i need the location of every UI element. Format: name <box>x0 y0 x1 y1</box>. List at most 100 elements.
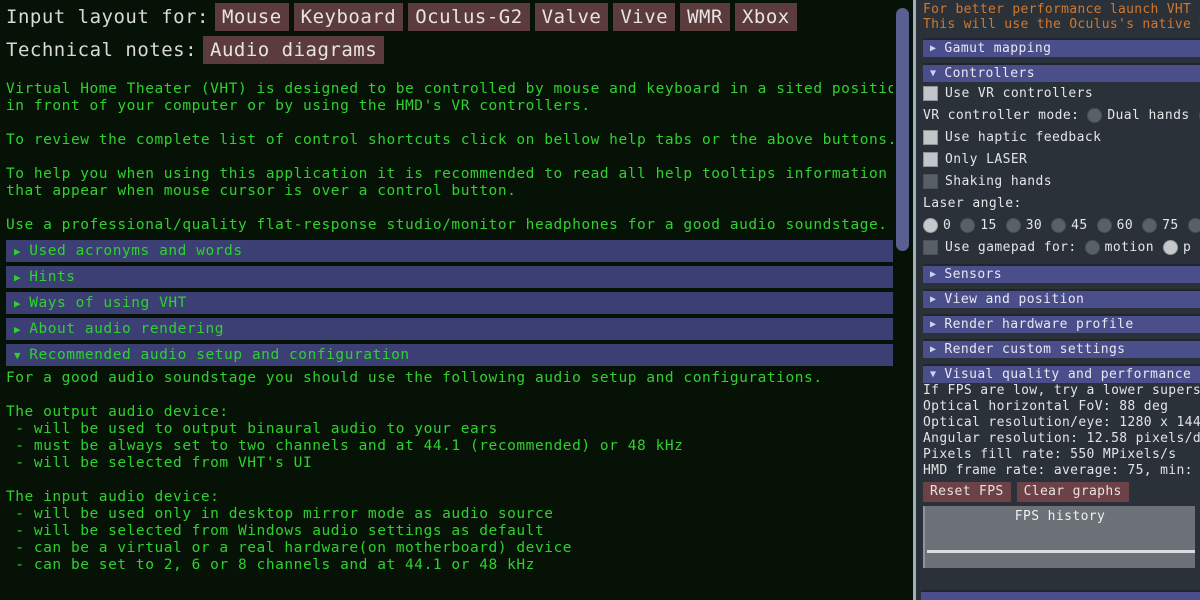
chevron-right-icon: ▶ <box>930 268 937 280</box>
use-vr-controllers-row[interactable]: Use VR controllers <box>918 82 1200 104</box>
optical-fov-value: Optical horizontal FoV: 88 deg <box>923 399 1169 414</box>
checkbox-shaking-hands[interactable] <box>923 173 938 189</box>
pixels-fill-rate-value: Pixels fill rate: 550 MPixels/s <box>923 447 1177 462</box>
tab-oculus-g2[interactable]: Oculus-G2 <box>408 2 530 31</box>
radio-gamepad-pointer-label: p <box>1183 239 1192 255</box>
section-about-audio-rendering[interactable]: ▶ About audio rendering <box>6 318 907 340</box>
section-label: Controllers <box>944 66 1035 81</box>
input-layout-label: Input layout for: <box>6 5 209 28</box>
optical-resolution-value: Optical resolution/eye: 1280 x 1440 <box>923 415 1200 430</box>
laser-angle-label: Laser angle: <box>923 195 1022 211</box>
section-render-custom-settings[interactable]: ▶ Render custom settings <box>923 339 1200 358</box>
radio-laser-angle-75[interactable] <box>1142 217 1158 233</box>
supersampling-hint: If FPS are low, try a lower supersam <box>923 383 1200 398</box>
section-visual-quality-and-performance[interactable]: ▼ Visual quality and performance me <box>923 364 1200 383</box>
section-render-hardware-profile[interactable]: ▶ Render hardware profile <box>923 314 1200 333</box>
radio-laser-angle-45[interactable] <box>1051 217 1067 233</box>
section-label: About audio rendering <box>29 321 225 337</box>
section-view-and-position[interactable]: ▶ View and position <box>923 289 1200 308</box>
fps-button-row: Reset FPS Clear graphs <box>918 482 1200 502</box>
use-gamepad-label: Use gamepad for: <box>945 239 1077 255</box>
checkbox-use-haptic-feedback[interactable] <box>923 129 938 145</box>
checkbox-use-vr-controllers[interactable] <box>923 85 938 101</box>
use-gamepad-row: Use gamepad for: motion p <box>918 236 1200 258</box>
checkbox-only-laser[interactable] <box>923 151 938 167</box>
tab-wmr[interactable]: WMR <box>680 2 730 31</box>
tab-mouse[interactable]: Mouse <box>214 2 289 31</box>
vht-help-window: Input layout for: Mouse Keyboard Oculus-… <box>0 0 1200 600</box>
section-label: Used acronyms and words <box>29 243 243 259</box>
tab-valve[interactable]: Valve <box>534 2 609 31</box>
radio-laser-angle-60-label: 60 <box>1116 217 1134 233</box>
shaking-hands-row[interactable]: Shaking hands <box>918 170 1200 192</box>
section-label: Gamut mapping <box>944 41 1052 56</box>
radio-laser-angle-90[interactable] <box>1187 217 1200 233</box>
radio-laser-angle-30[interactable] <box>1005 217 1021 233</box>
section-hints[interactable]: ▶ Hints <box>6 266 907 288</box>
haptic-feedback-label: Use haptic feedback <box>945 129 1102 145</box>
performance-warning-text: For better performance launch VHT in Thi… <box>923 2 1200 32</box>
chevron-right-icon: ▶ <box>14 296 22 310</box>
tab-vive[interactable]: Vive <box>613 2 676 31</box>
section-label: Ways of using VHT <box>29 295 187 311</box>
settings-panel: For better performance launch VHT in Thi… <box>913 0 1200 600</box>
radio-laser-angle-0-label: 0 <box>943 217 952 233</box>
use-vr-controllers-label: Use VR controllers <box>945 85 1094 101</box>
radio-laser-angle-15-label: 15 <box>980 217 997 233</box>
radio-laser-angle-75-label: 75 <box>1162 217 1179 233</box>
chevron-right-icon: ▶ <box>930 343 937 355</box>
chevron-right-icon: ▶ <box>14 244 22 258</box>
vr-controller-mode-label: VR controller mode: <box>923 107 1080 123</box>
radio-dual-hands-label: Dual hands <box>1107 107 1190 123</box>
only-laser-row[interactable]: Only LASER <box>918 148 1200 170</box>
laser-angle-options-row: 0 15 30 45 60 75 <box>918 214 1200 236</box>
radio-laser-angle-45-label: 45 <box>1071 217 1088 233</box>
section-sensors[interactable]: ▶ Sensors <box>923 264 1200 283</box>
radio-gamepad-pointer[interactable] <box>1163 239 1179 255</box>
reset-fps-button[interactable]: Reset FPS <box>923 482 1011 502</box>
section-partial-bottom[interactable] <box>921 590 1200 600</box>
section-recommended-audio-setup[interactable]: ▼ Recommended audio setup and configurat… <box>6 344 907 366</box>
technical-notes-label: Technical notes: <box>6 38 198 61</box>
section-ways-of-using-vht[interactable]: ▶ Ways of using VHT <box>6 292 907 314</box>
section-controllers[interactable]: ▼ Controllers <box>923 63 1200 82</box>
tab-audio-diagrams[interactable]: Audio diagrams <box>203 35 385 64</box>
only-laser-label: Only LASER <box>945 151 1028 167</box>
hmd-frame-rate-value: HMD frame rate: average: 75, min: 39 <box>923 463 1200 478</box>
section-recommended-audio-setup-body: For a good audio soundstage you should u… <box>6 370 823 573</box>
clear-graphs-button[interactable]: Clear graphs <box>1016 482 1129 502</box>
chevron-down-icon: ▼ <box>14 348 22 362</box>
chevron-right-icon: ▶ <box>14 270 22 284</box>
tab-keyboard[interactable]: Keyboard <box>293 2 404 31</box>
haptic-feedback-row[interactable]: Use haptic feedback <box>918 126 1200 148</box>
chevron-down-icon: ▼ <box>930 368 937 380</box>
help-scrollbar[interactable] <box>893 0 913 600</box>
section-used-acronyms-and-words[interactable]: ▶ Used acronyms and words <box>6 240 907 262</box>
chevron-right-icon: ▶ <box>930 318 937 330</box>
angular-resolution-value: Angular resolution: 12.58 pixels/deg <box>923 431 1200 446</box>
section-gamut-mapping[interactable]: ▶ Gamut mapping <box>923 38 1200 57</box>
section-label: Visual quality and performance me <box>944 367 1200 382</box>
chevron-right-icon: ▶ <box>930 293 937 305</box>
section-label: Render hardware profile <box>944 317 1134 332</box>
radio-laser-angle-15[interactable] <box>960 217 976 233</box>
intro-text: Virtual Home Theater (VHT) is designed t… <box>6 81 907 233</box>
chevron-right-icon: ▶ <box>930 42 937 54</box>
radio-gamepad-motion[interactable] <box>1084 239 1100 255</box>
technical-notes-tab-row: Technical notes: Audio diagrams <box>0 33 913 66</box>
checkbox-use-gamepad[interactable] <box>923 239 938 255</box>
laser-angle-label-row: Laser angle: <box>918 192 1200 214</box>
chevron-down-icon: ▼ <box>930 67 937 79</box>
help-accordion: ▶ Used acronyms and words ▶ Hints ▶ Ways… <box>0 240 913 574</box>
help-scrollbar-thumb[interactable] <box>896 8 909 251</box>
radio-laser-angle-60[interactable] <box>1096 217 1112 233</box>
section-label: Sensors <box>944 267 1003 282</box>
section-label: View and position <box>944 292 1085 307</box>
fps-history-label: FPS history <box>1014 509 1106 524</box>
radio-dual-hands[interactable] <box>1087 107 1103 123</box>
fps-history-line <box>927 550 1195 553</box>
section-label: Render custom settings <box>944 342 1126 357</box>
radio-laser-angle-0[interactable] <box>923 217 938 233</box>
section-label: Recommended audio setup and configuratio… <box>29 347 410 363</box>
tab-xbox[interactable]: Xbox <box>734 2 797 31</box>
